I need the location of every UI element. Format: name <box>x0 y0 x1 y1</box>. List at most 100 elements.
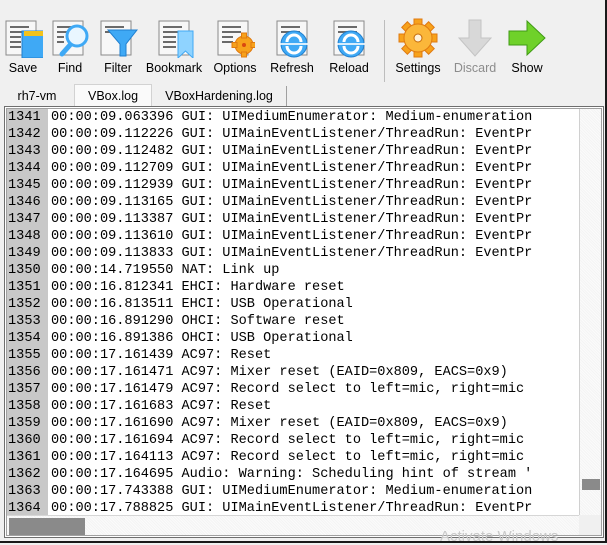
log-viewer: 1341 00:00:09.063396 GUI: UIMediumEnumera… <box>4 106 604 538</box>
log-line: 1350 00:00:14.719550 NAT: Link up <box>7 262 579 279</box>
horizontal-scroll-thumb[interactable] <box>9 518 85 535</box>
tab-label: VBox.log <box>87 89 139 103</box>
scrollbar-corner <box>579 515 601 535</box>
line-number: 1357 <box>7 381 48 398</box>
line-text: 00:00:09.113387 GUI: UIMainEventListener… <box>51 212 533 227</box>
log-line: 1348 00:00:09.113610 GUI: UIMainEventList… <box>7 228 579 245</box>
bookmark-label: Bookmark <box>145 61 203 75</box>
line-number: 1353 <box>7 313 48 330</box>
discard-arrow-down-icon <box>457 19 493 57</box>
line-number: 1345 <box>7 177 48 194</box>
line-number: 1342 <box>7 126 48 143</box>
log-text-area[interactable]: 1341 00:00:09.063396 GUI: UIMediumEnumera… <box>7 109 579 518</box>
bookmark-icon <box>158 20 194 58</box>
line-text: 00:00:09.113610 GUI: UIMainEventListener… <box>51 229 533 244</box>
line-text: 00:00:09.063396 GUI: UIMediumEnumerator:… <box>51 110 533 125</box>
log-line: 1359 00:00:17.161690 AC97: Mixer reset (E… <box>7 415 579 432</box>
line-number: 1361 <box>7 449 48 466</box>
toolbar: Save Find Filter Bookmark Options Refres… <box>0 18 600 82</box>
log-line: 1353 00:00:16.891290 OHCI: Software reset <box>7 313 579 330</box>
show-arrow-right-icon <box>508 19 546 57</box>
show-label: Show <box>511 61 543 75</box>
line-text: 00:00:09.112709 GUI: UIMainEventListener… <box>51 161 533 176</box>
line-text: 00:00:17.161479 AC97: Record select to l… <box>51 382 525 397</box>
log-line: 1346 00:00:09.113165 GUI: UIMainEventList… <box>7 194 579 211</box>
tab-vbox-log[interactable]: VBox.log <box>74 84 152 106</box>
log-line: 1342 00:00:09.112226 GUI: UIMainEventList… <box>7 126 579 143</box>
line-number: 1350 <box>7 262 48 279</box>
log-line: 1343 00:00:09.112482 GUI: UIMainEventList… <box>7 143 579 160</box>
bookmark-button[interactable]: Bookmark <box>142 18 206 82</box>
discard-label: Discard <box>453 61 497 75</box>
options-icon <box>217 20 255 58</box>
options-button[interactable]: Options <box>206 18 264 82</box>
line-number: 1341 <box>7 109 48 126</box>
line-text: 00:00:17.164113 AC97: Record select to l… <box>51 450 525 465</box>
line-number: 1358 <box>7 398 48 415</box>
log-line: 1357 00:00:17.161479 AC97: Record select … <box>7 381 579 398</box>
line-number: 1349 <box>7 245 48 262</box>
line-text: 00:00:17.161683 AC97: Reset <box>51 399 272 414</box>
filter-button[interactable]: Filter <box>94 18 142 82</box>
settings-gear-icon <box>398 18 438 58</box>
horizontal-scrollbar[interactable] <box>7 515 579 535</box>
line-text: 00:00:17.161471 AC97: Mixer reset (EAID=… <box>51 365 508 380</box>
vertical-scrollbar[interactable] <box>579 109 601 518</box>
options-label: Options <box>213 61 257 75</box>
line-text: 00:00:17.743388 GUI: UIMediumEnumerator:… <box>51 484 533 499</box>
log-line: 1344 00:00:09.112709 GUI: UIMainEventList… <box>7 160 579 177</box>
find-label: Find <box>57 61 83 75</box>
line-text: 00:00:09.113165 GUI: UIMainEventListener… <box>51 195 533 210</box>
log-line: 1351 00:00:16.812341 EHCI: Hardware reset <box>7 279 579 296</box>
line-text: 00:00:16.891386 OHCI: USB Operational <box>51 331 353 346</box>
line-number: 1362 <box>7 466 48 483</box>
line-number: 1355 <box>7 347 48 364</box>
tab-label: rh7-vm <box>17 89 57 103</box>
line-text: 00:00:09.112226 GUI: UIMainEventListener… <box>51 127 533 142</box>
line-number: 1354 <box>7 330 48 347</box>
line-number: 1346 <box>7 194 48 211</box>
tab-vboxhardening-log[interactable]: VBoxHardening.log <box>152 86 287 106</box>
show-button[interactable]: Show <box>505 18 549 82</box>
line-text: 00:00:16.813511 EHCI: USB Operational <box>51 297 353 312</box>
line-text: 00:00:16.812341 EHCI: Hardware reset <box>51 280 345 295</box>
log-line: 1362 00:00:17.164695 Audio: Warning: Sche… <box>7 466 579 483</box>
log-line: 1360 00:00:17.161694 AC97: Record select … <box>7 432 579 449</box>
log-line: 1347 00:00:09.113387 GUI: UIMainEventList… <box>7 211 579 228</box>
settings-button[interactable]: Settings <box>391 18 445 82</box>
line-text: 00:00:09.112939 GUI: UIMainEventListener… <box>51 178 533 193</box>
refresh-button[interactable]: Refresh <box>264 18 320 82</box>
save-button[interactable]: Save <box>0 18 46 82</box>
filter-label: Filter <box>104 61 132 75</box>
log-line: 1356 00:00:17.161471 AC97: Mixer reset (E… <box>7 364 579 381</box>
log-line: 1361 00:00:17.164113 AC97: Record select … <box>7 449 579 466</box>
log-tabs: rh7-vm VBox.log VBoxHardening.log <box>0 84 600 106</box>
save-label: Save <box>8 61 38 75</box>
line-number: 1356 <box>7 364 48 381</box>
line-number: 1359 <box>7 415 48 432</box>
log-viewer-window: Save Find Filter Bookmark Options Refres… <box>0 0 607 545</box>
line-number: 1352 <box>7 296 48 313</box>
filter-icon <box>100 20 138 57</box>
line-text: 00:00:14.719550 NAT: Link up <box>51 263 280 278</box>
settings-label: Settings <box>395 61 441 75</box>
tab-label: VBoxHardening.log <box>165 89 273 103</box>
find-icon <box>52 20 89 57</box>
save-icon <box>5 20 43 58</box>
line-text: 00:00:17.161439 AC97: Reset <box>51 348 272 363</box>
line-text: 00:00:09.113833 GUI: UIMainEventListener… <box>51 246 533 261</box>
find-button[interactable]: Find <box>46 18 94 82</box>
log-line: 1355 00:00:17.161439 AC97: Reset <box>7 347 579 364</box>
tab-rh7-vm[interactable]: rh7-vm <box>4 86 70 106</box>
line-text: 00:00:17.164695 Audio: Warning: Scheduli… <box>51 467 533 482</box>
log-line: 1341 00:00:09.063396 GUI: UIMediumEnumera… <box>7 109 579 126</box>
reload-button[interactable]: Reload <box>320 18 378 82</box>
line-number: 1363 <box>7 483 48 500</box>
reload-icon <box>333 20 365 58</box>
vertical-scroll-thumb[interactable] <box>582 479 600 490</box>
log-line: 1349 00:00:09.113833 GUI: UIMainEventList… <box>7 245 579 262</box>
log-line: 1354 00:00:16.891386 OHCI: USB Operationa… <box>7 330 579 347</box>
log-line: 1345 00:00:09.112939 GUI: UIMainEventList… <box>7 177 579 194</box>
discard-button[interactable]: Discard <box>445 18 505 82</box>
line-number: 1360 <box>7 432 48 449</box>
